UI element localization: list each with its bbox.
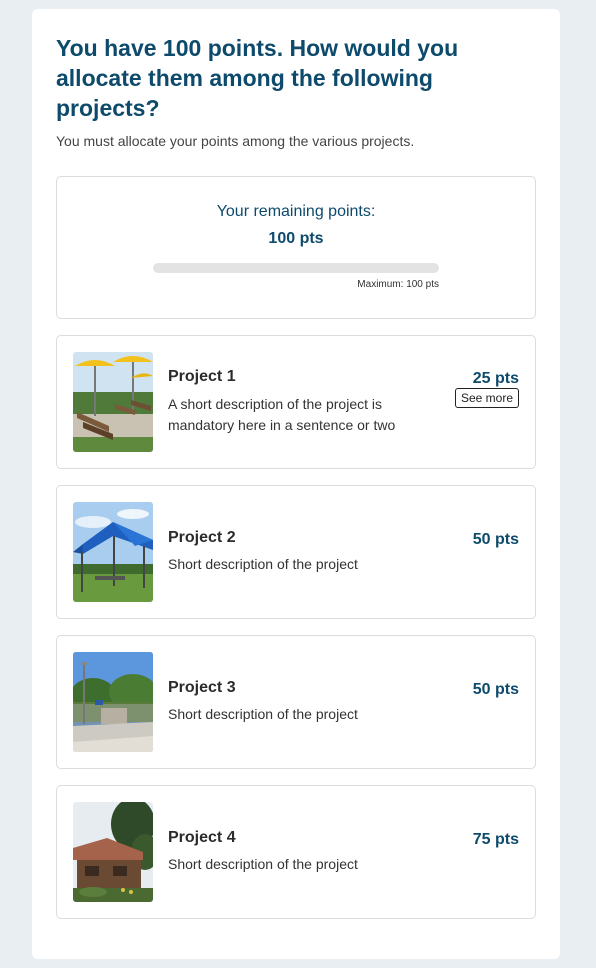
project-title: Project 2 xyxy=(168,529,236,546)
chalet-building-photo xyxy=(73,802,153,902)
budget-label: Your remaining points: xyxy=(216,203,376,220)
project-description: A short description of the project is ma… xyxy=(168,396,396,433)
question-title: You have 100 points. How would you alloc… xyxy=(56,35,459,121)
project-description: Short description of the project xyxy=(168,556,358,572)
park-benches-umbrellas-photo xyxy=(73,352,153,452)
see-more-button[interactable]: See more xyxy=(454,388,519,408)
project-title: Project 1 xyxy=(168,368,236,385)
fenced-court-photo xyxy=(73,652,153,752)
budget-panel: Your remaining points: 100 pts Maximum: … xyxy=(56,176,536,319)
blue-shade-canopy-photo xyxy=(73,502,153,602)
project-points: 50 pts xyxy=(472,681,519,698)
project-card-4[interactable]: Project 4 Short description of the proje… xyxy=(56,785,536,919)
project-card-2[interactable]: Project 2 Short description of the proje… xyxy=(56,485,536,619)
budget-progress-bar xyxy=(153,263,439,273)
question-subtitle: You must allocate your points among the … xyxy=(56,133,415,149)
project-card-3[interactable]: Project 3 Short description of the proje… xyxy=(56,635,536,769)
budget-remaining-value: 100 pts xyxy=(268,230,324,247)
project-description: Short description of the project xyxy=(168,856,358,872)
project-points: 50 pts xyxy=(472,531,519,548)
project-description: Short description of the project xyxy=(168,706,358,722)
project-points: 75 pts xyxy=(472,831,519,848)
project-title: Project 4 xyxy=(168,829,236,846)
budget-maximum-label: Maximum: 100 pts xyxy=(357,279,439,290)
survey-card: You have 100 points. How would you alloc… xyxy=(32,9,560,959)
project-card-1[interactable]: Project 1 A short description of the pro… xyxy=(56,335,536,469)
project-points: 25 pts xyxy=(472,370,519,387)
project-title: Project 3 xyxy=(168,679,236,696)
